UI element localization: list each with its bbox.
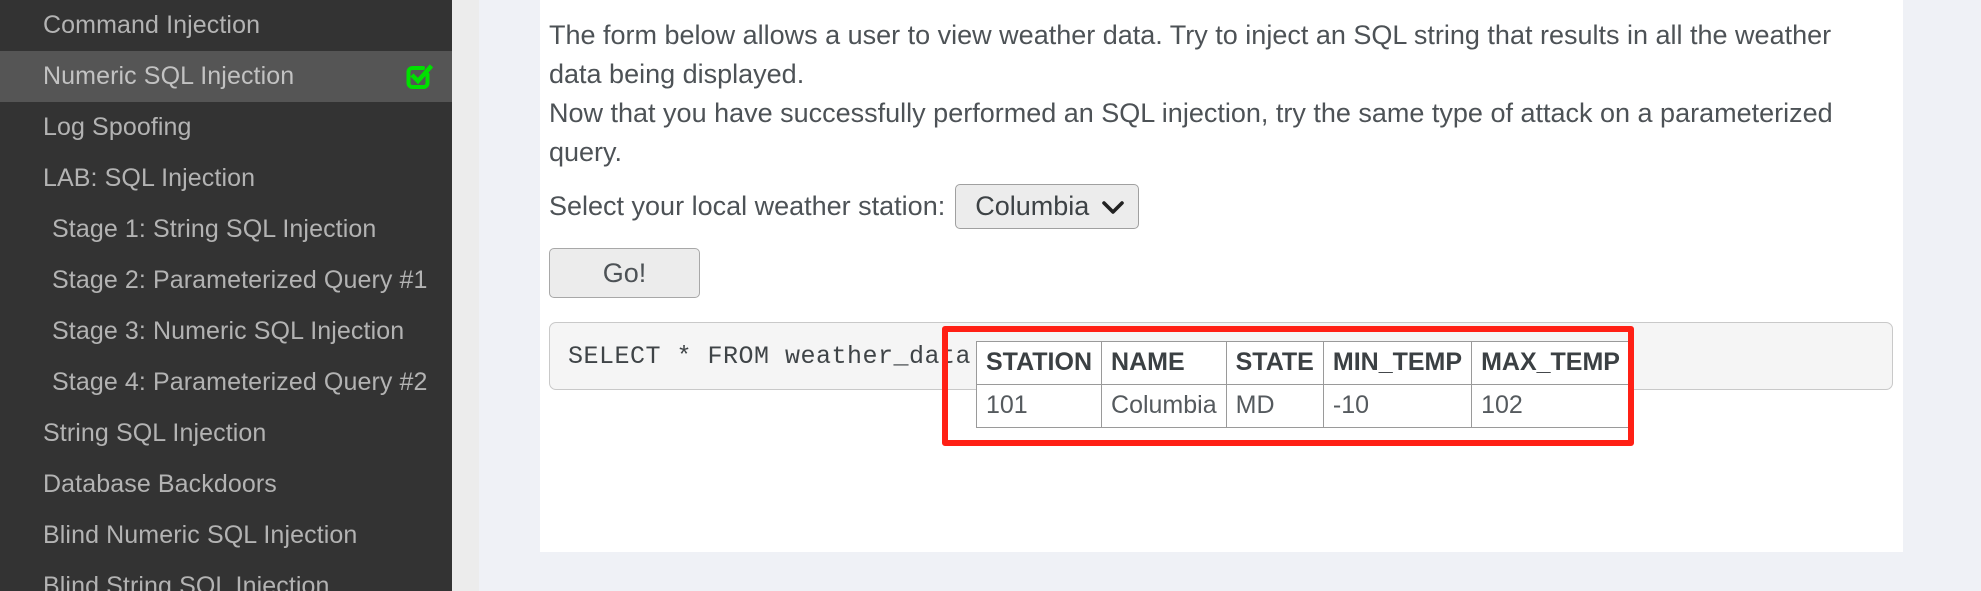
sidebar-item-stage-3[interactable]: Stage 3: Numeric SQL Injection <box>0 306 452 357</box>
weather-station-select-value: Columbia <box>975 190 1090 221</box>
sidebar-item-label: Numeric SQL Injection <box>43 62 295 90</box>
column-header-station: STATION <box>975 341 1103 385</box>
sidebar-item-label: Database Backdoors <box>43 470 277 498</box>
sidebar-item-command-injection[interactable]: Command Injection <box>0 0 452 51</box>
instructions-paragraph-2: Now that you have successfully performed… <box>549 98 1833 167</box>
lesson-card: The form below allows a user to view wea… <box>540 0 1903 552</box>
sidebar-gap-strip <box>452 0 479 591</box>
sidebar-item-label: Log Spoofing <box>43 113 192 141</box>
cell-max-temp: 102 <box>1471 384 1630 428</box>
sidebar-item-label: String SQL Injection <box>43 419 267 447</box>
column-header-state: STATE <box>1225 341 1324 385</box>
sidebar-item-label: Blind String SQL Injection <box>43 572 330 591</box>
sidebar-item-lab-sql-injection[interactable]: LAB: SQL Injection <box>0 153 452 204</box>
app-root: Command Injection Numeric SQL Injection … <box>0 0 1981 591</box>
sidebar-item-stage-1[interactable]: Stage 1: String SQL Injection <box>0 204 452 255</box>
sidebar-item-database-backdoors[interactable]: Database Backdoors <box>0 459 452 510</box>
sidebar-item-label: Stage 1: String SQL Injection <box>52 215 377 243</box>
sidebar-item-label: Stage 2: Parameterized Query #1 <box>52 266 428 294</box>
cell-state: MD <box>1225 384 1324 428</box>
weather-station-select[interactable]: Columbia <box>955 183 1140 229</box>
cell-min-temp: -10 <box>1322 384 1473 428</box>
sidebar-item-string-sql-injection[interactable]: String SQL Injection <box>0 408 452 459</box>
go-button[interactable]: Go! <box>549 248 700 298</box>
column-header-min-temp: MIN_TEMP <box>1322 341 1473 385</box>
weather-results-table: STATION NAME STATE MIN_TEMP MAX_TEMP 101… <box>975 341 1630 428</box>
station-selector-row: Select your local weather station: Colum… <box>549 182 1903 230</box>
column-header-max-temp: MAX_TEMP <box>1471 341 1630 385</box>
sidebar-item-blind-string-sql-injection[interactable]: Blind String SQL Injection <box>0 561 452 591</box>
cell-station: 101 <box>975 384 1103 428</box>
sidebar-item-stage-4[interactable]: Stage 4: Parameterized Query #2 <box>0 357 452 408</box>
sidebar-item-label: Stage 4: Parameterized Query #2 <box>52 368 428 396</box>
instructions-paragraph-1: The form below allows a user to view wea… <box>549 20 1832 89</box>
check-square-icon <box>404 62 434 92</box>
column-header-name: NAME <box>1101 341 1227 385</box>
page-left-padding <box>479 0 540 591</box>
sidebar-item-label: Blind Numeric SQL Injection <box>43 521 358 549</box>
table-row: 101 Columbia MD -10 102 <box>975 384 1630 428</box>
sidebar-item-label: LAB: SQL Injection <box>43 164 256 192</box>
cell-name: Columbia <box>1101 384 1227 428</box>
sidebar-item-label: Command Injection <box>43 11 261 39</box>
sidebar-item-stage-2[interactable]: Stage 2: Parameterized Query #1 <box>0 255 452 306</box>
sidebar-item-blind-numeric-sql-injection[interactable]: Blind Numeric SQL Injection <box>0 510 452 561</box>
results-table-container: STATION NAME STATE MIN_TEMP MAX_TEMP 101… <box>975 341 1630 428</box>
table-header-row: STATION NAME STATE MIN_TEMP MAX_TEMP <box>975 341 1630 385</box>
sidebar-item-numeric-sql-injection[interactable]: Numeric SQL Injection <box>0 51 452 102</box>
content-area: The form below allows a user to view wea… <box>540 0 1981 591</box>
sidebar-nav: Command Injection Numeric SQL Injection … <box>0 0 452 591</box>
chevron-down-icon <box>1102 191 1125 222</box>
station-select-label: Select your local weather station: <box>549 190 946 221</box>
sidebar-item-log-spoofing[interactable]: Log Spoofing <box>0 102 452 153</box>
sidebar-item-label: Stage 3: Numeric SQL Injection <box>52 317 405 345</box>
